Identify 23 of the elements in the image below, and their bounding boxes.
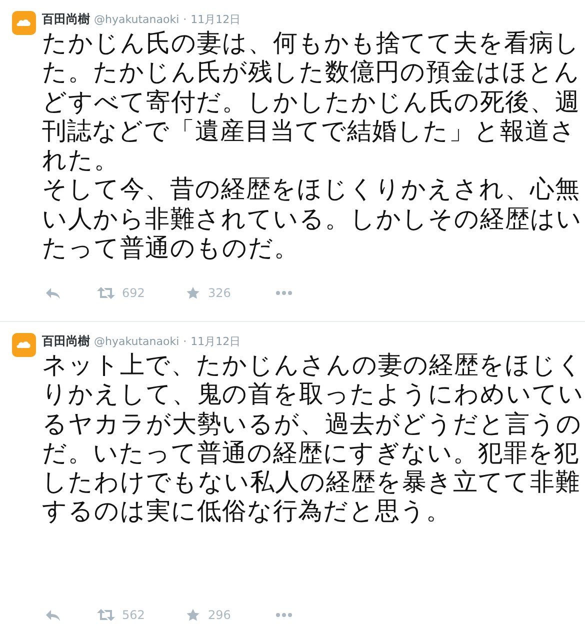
user-name[interactable]: 百田尚樹 xyxy=(42,334,90,348)
tweet-text: たかじん氏の妻は、何もかも捨てて夫を看病した。たかじん氏が残した数億円の預金はほとんどすべて寄付だ。しかしたかじん氏の死後、週刊誌などで「遺産目当てで結婚した」と報道された。 xyxy=(42,28,581,174)
retweet-icon xyxy=(97,286,115,300)
retweet-button[interactable]: 692 xyxy=(97,286,185,300)
separator-dot: · xyxy=(183,335,187,349)
star-icon xyxy=(185,608,201,622)
retweet-button[interactable]: 562 xyxy=(97,608,185,622)
avatar-icon[interactable] xyxy=(12,333,36,357)
tweet-date[interactable]: 11月12日 xyxy=(190,335,241,349)
tweet-date[interactable]: 11月12日 xyxy=(190,13,241,27)
reply-icon xyxy=(45,608,61,622)
favorite-button[interactable]: 326 xyxy=(185,286,275,300)
retweet-icon xyxy=(97,608,115,622)
user-name[interactable]: 百田尚樹 xyxy=(42,12,90,26)
user-handle[interactable]: @hyakutanaoki xyxy=(94,335,180,349)
tweet-text: ネット上で、たかじんさんの妻の経歴をほじくりかえして、鬼の首を取ったようにわめいているヤカラが大勢いるが、過去がどうだと言うのだ。いたって普通の経歴にすぎない。犯罪を犯したわけでもない私人の経歴を暴き立てて非難するのは実に低俗な行為だと思う。 xyxy=(42,350,585,526)
star-icon xyxy=(185,286,201,300)
user-handle[interactable]: @hyakutanaoki xyxy=(94,13,180,27)
avatar-icon[interactable] xyxy=(12,11,36,35)
tweet-text: そして今、昔の経歴をほじくりかえされ、心無い人から非難されている。しかしその経歴はいたって普通のものだ。 xyxy=(42,174,583,262)
favorite-button[interactable]: 296 xyxy=(185,608,275,622)
reply-icon xyxy=(45,286,61,300)
separator-dot: · xyxy=(183,13,187,27)
